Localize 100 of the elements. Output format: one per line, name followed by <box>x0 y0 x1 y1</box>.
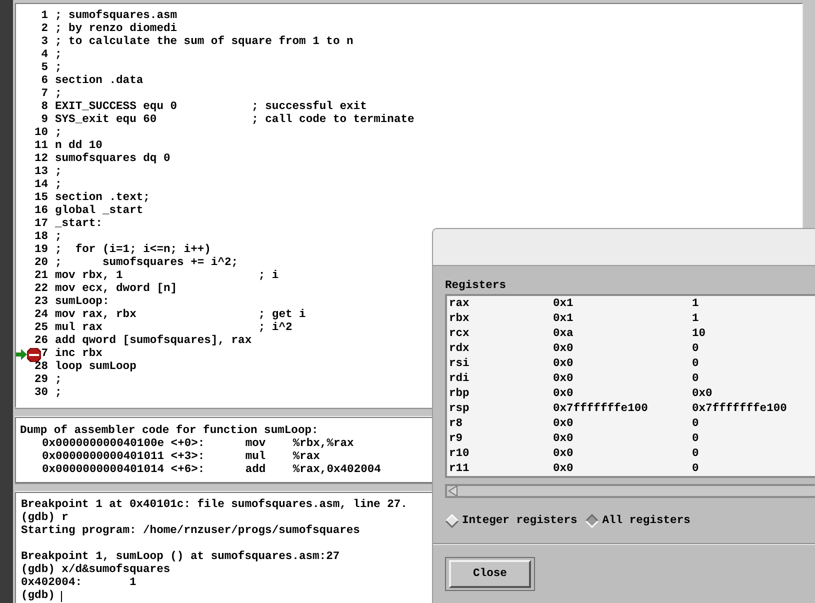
instruction-operands: %rax <box>292 451 320 464</box>
code-line: loop sumLoop <box>55 361 136 374</box>
console-line: (gdb) r <box>21 512 68 524</box>
horizontal-scrollbar[interactable] <box>445 484 815 498</box>
radio-option[interactable]: Integer registers <box>445 514 578 528</box>
code-line: mov rbx, 1 ; i <box>55 270 279 282</box>
radio-indicator-icon[interactable] <box>585 514 600 528</box>
disassembly-header: Dump of assembler code for function sumLoop: <box>20 425 318 438</box>
line-number: 24 <box>34 309 48 322</box>
line-number: 11 <box>34 140 48 153</box>
radio-option[interactable]: All registers <box>585 514 690 528</box>
register-hex-value: 0x0 <box>553 342 574 357</box>
register-name: r8 <box>448 417 464 432</box>
code-line: section .text; <box>55 192 150 204</box>
register-value: 0x7fffffffe100 <box>692 402 787 417</box>
register-hex-value: 0x1 <box>553 312 574 327</box>
code-line: sumLoop: <box>55 296 110 309</box>
line-number: 9 <box>41 114 48 127</box>
register-value: 0 <box>692 432 699 447</box>
close-button[interactable]: Close <box>449 560 531 588</box>
register-value: 0 <box>692 462 699 477</box>
register-hex-value: 0x0 <box>553 417 574 432</box>
line-number: 18 <box>34 231 48 244</box>
code-line: ; for (i=1; i<=n; i++) <box>55 244 211 256</box>
instruction-offset: <+0>: <box>170 438 206 451</box>
instruction-mnemonic: add <box>245 464 267 477</box>
code-line: EXIT_SUCCESS equ 0 ; successful exit <box>55 101 367 114</box>
register-value: 0 <box>692 357 699 372</box>
console-line: Breakpoint 1, sumLoop () at sumofsquares.asm:27 <box>21 551 340 564</box>
line-number: 29 <box>34 374 48 387</box>
scroll-left-icon[interactable] <box>447 486 459 496</box>
console-line: (gdb) x/d&sumofsquares <box>21 564 170 577</box>
register-hex-value: 0x0 <box>553 387 574 402</box>
line-number: 2 <box>41 23 48 36</box>
instruction-offset: <+3>: <box>170 451 206 464</box>
register-name: r10 <box>448 447 470 462</box>
line-number: 20 <box>34 257 48 270</box>
register-value: 1 <box>692 297 699 312</box>
code-line: sumofsquares dq 0 <box>55 153 170 166</box>
register-value: 0 <box>692 447 699 462</box>
register-hex-value: 0xa <box>553 327 574 342</box>
register-value: 1 <box>692 312 699 327</box>
code-line: ; <box>55 374 62 387</box>
text-cursor[interactable] <box>60 591 62 602</box>
instruction-operands: %rbx,%rax <box>292 438 354 451</box>
code-line: ; <box>55 166 62 179</box>
register-value: 10 <box>692 327 706 342</box>
line-number: 28 <box>34 361 48 374</box>
instruction-operands: %rax,0x402004 <box>292 464 381 477</box>
line-number: 22 <box>34 283 48 296</box>
line-number: 1 <box>41 10 48 23</box>
register-name: rbx <box>448 312 470 327</box>
instruction-address: 0x0000000000401014 <box>42 464 166 477</box>
register-name: rsp <box>448 402 470 417</box>
register-name: rdx <box>448 342 470 357</box>
line-number: 17 <box>34 218 48 231</box>
line-number: 16 <box>34 205 48 218</box>
line-number: 23 <box>34 296 48 309</box>
stop-sign-icon[interactable] <box>27 348 42 362</box>
line-number: 7 <box>41 88 48 101</box>
console-line: 0x402004: 1 <box>21 577 136 590</box>
line-number: 8 <box>41 101 48 114</box>
code-line: section .data <box>55 75 144 88</box>
register-value: 0 <box>692 417 699 432</box>
line-number: 6 <box>41 75 48 88</box>
line-number: 3 <box>41 36 48 49</box>
register-hex-value: 0x0 <box>553 462 574 477</box>
console-line: Breakpoint 1 at 0x40101c: file sumofsquares.asm, line 27. <box>21 499 408 512</box>
code-line: inc rbx <box>55 348 102 360</box>
register-hex-value: 0x0 <box>553 372 574 387</box>
code-line: ; to calculate the sum of square from 1 to n <box>55 36 354 49</box>
line-number: 30 <box>34 387 48 400</box>
instruction-offset: <+6>: <box>170 464 206 477</box>
register-value: 0x0 <box>692 387 712 402</box>
instruction-mnemonic: mul <box>245 451 267 464</box>
register-name: r9 <box>448 432 464 447</box>
code-line: mov rax, rbx ; get i <box>55 309 306 322</box>
line-number: 21 <box>34 270 48 283</box>
line-number: 19 <box>34 244 48 257</box>
console-prompt: (gdb) <box>21 590 55 603</box>
registers-heading: Registers <box>445 280 508 293</box>
code-line: ; by renzo diomedi <box>55 23 178 36</box>
code-line: mov ecx, dword [n] <box>55 283 178 296</box>
code-line: ; <box>55 49 62 62</box>
code-line: mul rax ; i^2 <box>55 322 292 334</box>
register-hex-value: 0x1 <box>553 297 574 312</box>
console-line: Starting program: /home/rnzuser/progs/sumofsquares <box>21 525 360 538</box>
register-hex-value: 0x0 <box>553 432 574 447</box>
line-number: 10 <box>34 127 48 140</box>
radio-indicator-icon[interactable] <box>445 514 459 528</box>
register-name: rax <box>448 297 470 312</box>
instruction-address: 0x000000000040100e <box>42 438 166 451</box>
register-name: rbp <box>448 387 470 402</box>
line-number: 15 <box>34 192 48 205</box>
register-value: 0 <box>692 372 699 387</box>
code-line: _start: <box>55 218 102 231</box>
line-number: 26 <box>34 335 48 348</box>
code-line: add qword [sumofsquares], rax <box>55 335 252 348</box>
line-number: 5 <box>41 62 48 75</box>
register-value: 0 <box>692 342 699 357</box>
